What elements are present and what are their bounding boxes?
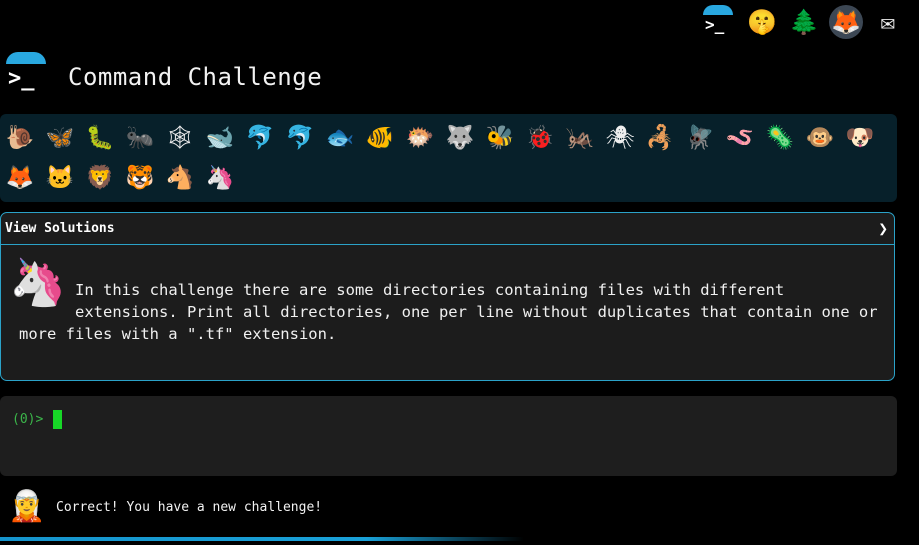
challenge-description: In this challenge there are some directo…: [19, 281, 878, 343]
view-solutions-label: View Solutions: [5, 221, 115, 236]
status-message-area: 🧝 Correct! You have a new challenge!: [8, 486, 322, 528]
terminal-logo-icon[interactable]: >_: [703, 5, 737, 39]
umbrella-shape: [703, 5, 733, 15]
scorpion-icon[interactable]: 🦂: [640, 118, 680, 158]
view-solutions-toggle[interactable]: View Solutions ❯: [1, 213, 894, 245]
dolphin-gray-icon[interactable]: 🐬: [280, 118, 320, 158]
elf-avatar-icon: 🧝: [8, 489, 46, 524]
bee-icon[interactable]: 🐝: [480, 118, 520, 158]
horse-face-icon[interactable]: 🐴: [160, 158, 200, 198]
evergreen-tree-icon[interactable]: 🌲: [787, 5, 821, 39]
status-message: Correct! You have a new challenge!: [56, 499, 323, 515]
worm-icon[interactable]: 🪱: [720, 118, 760, 158]
terminal-logo-icon: >_: [6, 52, 50, 102]
whale-icon[interactable]: 🐋: [200, 118, 240, 158]
caterpillar-icon[interactable]: 🐛: [80, 118, 120, 158]
challenge-panel: View Solutions ❯ 🦄 In this challenge the…: [0, 212, 895, 381]
challenge-progress-bar: 🐌 🦋 🐛 🐜 🕸 🐋 🐬 🐬 🐟 🐠 🐡 🐺 🐝 🐞 🦗 🕷 🦂 🪰 🪱 🦠 …: [0, 114, 897, 202]
prompt-line: (0)>: [12, 410, 885, 429]
bottom-progress-fill: [0, 537, 524, 541]
monkey-face-icon[interactable]: 🐵: [800, 118, 840, 158]
lion-icon[interactable]: 🦁: [80, 158, 120, 198]
fox-icon[interactable]: 🦊: [0, 158, 40, 198]
text-cursor: [53, 410, 63, 429]
microbe-icon[interactable]: 🦠: [760, 118, 800, 158]
envelope-icon[interactable]: ✉: [871, 5, 905, 39]
logo-prompt-glyph: >_: [8, 66, 35, 91]
gitlab-icon[interactable]: 🦊: [829, 5, 863, 39]
ladybug-icon[interactable]: 🐞: [520, 118, 560, 158]
ant-icon[interactable]: 🐜: [120, 118, 160, 158]
tropical-fish-icon[interactable]: 🐠: [360, 118, 400, 158]
spider-web-icon[interactable]: 🕸: [160, 118, 200, 158]
terminal-prompt-glyph: >_: [705, 15, 725, 34]
cat-face-icon[interactable]: 🐱: [40, 158, 80, 198]
chevron-right-icon: ❯: [878, 219, 888, 238]
butterfly-icon[interactable]: 🦋: [40, 118, 80, 158]
blowfish-icon[interactable]: 🐡: [400, 118, 440, 158]
fly-icon[interactable]: 🪰: [680, 118, 720, 158]
tiger-face-icon[interactable]: 🐯: [120, 158, 160, 198]
snail-icon[interactable]: 🐌: [0, 118, 40, 158]
unicorn-icon[interactable]: 🦄: [200, 158, 240, 198]
umbrella-shape: [6, 52, 46, 64]
top-navigation: >_ 🤫 🌲 🦊 ✉: [703, 4, 905, 40]
page-header: >_ Command Challenge: [6, 52, 322, 102]
page-title: Command Challenge: [68, 63, 323, 91]
shushing-face-icon[interactable]: 🤫: [745, 5, 779, 39]
cricket-icon[interactable]: 🦗: [560, 118, 600, 158]
fish-icon[interactable]: 🐟: [320, 118, 360, 158]
wolf-icon[interactable]: 🐺: [440, 118, 480, 158]
dog-face-icon[interactable]: 🐶: [840, 118, 880, 158]
unicorn-avatar-icon: 🦄: [9, 255, 67, 309]
terminal-prompt: (0)>: [12, 412, 44, 427]
spider-icon[interactable]: 🕷: [600, 118, 640, 158]
challenge-body: 🦄 In this challenge there are some direc…: [1, 245, 894, 345]
terminal-input[interactable]: (0)>: [0, 396, 897, 476]
dolphin-icon[interactable]: 🐬: [240, 118, 280, 158]
bottom-progress-track: [0, 537, 919, 541]
